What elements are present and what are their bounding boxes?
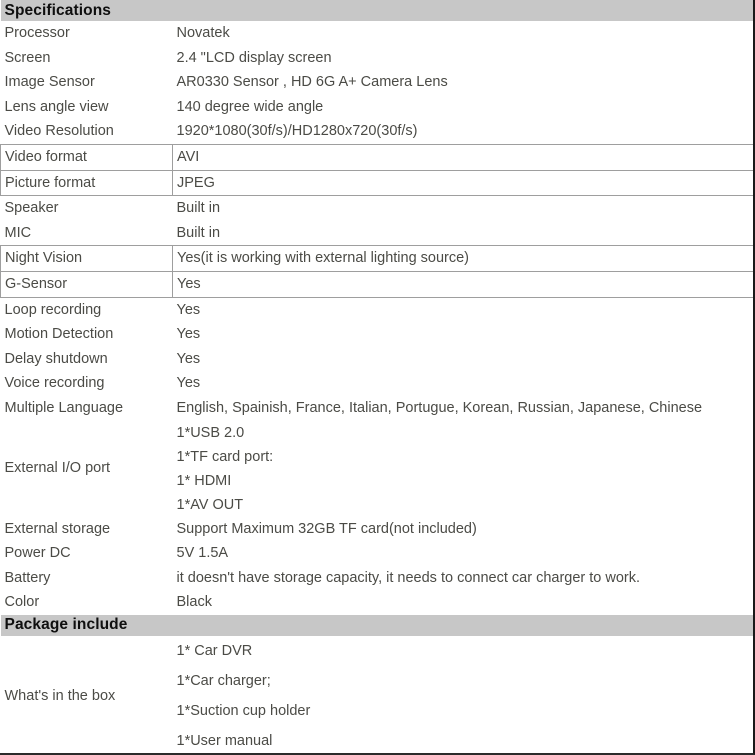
spec-row: Power DC 5V 1.5A [1,541,754,566]
spec-row: Video format AVI [0,143,753,171]
spec-label: MIC [4,224,32,241]
spec-label: Motion Detection [4,326,114,343]
spec-value: AVI [172,143,753,171]
spec-value-line: 1* HDMI [176,472,232,489]
spec-value-line: 1*TF card port: [176,448,274,465]
spec-row: G-Sensor Yes [0,270,753,298]
spec-value: Novatek [176,25,230,42]
spec-row: External I/O port 1*USB 2.0 1*TF card port… [1,421,754,517]
spec-label: External storage [4,520,111,537]
section-heading-package-include: Package include [0,614,753,636]
spec-row: Voice recording Yes [1,371,754,396]
spec-row: What's in the box 1* Car DVR 1*Car charger… [1,636,754,753]
spec-value: it doesn't have storage capacity, it nee… [176,569,641,586]
spec-row: Picture format JPEG [0,169,753,197]
spec-label: Processor [4,25,70,42]
spec-label: Picture format [0,169,173,197]
spec-value: Yes [176,326,201,343]
spec-value-line: 1*Car charger; [176,672,271,689]
spec-row: Loop recording Yes [1,297,754,322]
spec-value: Yes [176,375,201,392]
specifications-sheet: Specifications Processor Novatek Screen 2.4 … [0,0,755,755]
spec-value: 140 degree wide angle [176,98,324,115]
spec-row: Image Sensor AR0330 Sensor , HD 6G A+ Cam… [1,70,754,95]
spec-label: Delay shutdown [4,350,108,367]
spec-label: Video format [0,143,173,171]
spec-label: Image Sensor [4,74,95,91]
spec-value: 1* Car DVR 1*Car charger; 1*Suction cup ho… [173,636,754,753]
spec-value: 2.4 "LCD display screen [176,49,332,66]
spec-label: Speaker [4,200,59,217]
spec-label: Video Resolution [4,123,114,140]
spec-value: English, Spainish, France, Italian, Port… [176,399,703,416]
spec-value: JPEG [172,169,753,197]
spec-label: Lens angle view [4,98,109,115]
section-header-row: Specifications [0,0,753,21]
spec-row: Multiple Language English, Spainish, Fran… [1,396,754,421]
spec-value: Yes(it is working with external lighting… [172,245,753,272]
spec-label: Multiple Language [4,399,124,416]
spec-value: Yes [176,350,201,367]
spec-row: MIC Built in [1,221,754,246]
spec-value: 1*USB 2.0 1*TF card port: 1* HDMI 1*AV OUT [173,421,754,517]
spec-row: Speaker Built in [1,196,754,221]
spec-value: Support Maximum 32GB TF card(not include… [176,520,477,537]
spec-value: Built in [176,224,221,241]
spec-label: Power DC [4,545,71,562]
section-heading-specifications: Specifications [0,0,753,21]
spec-label: Voice recording [4,375,105,392]
spec-value: Yes [176,301,201,318]
spec-value-line: 1* Car DVR [176,642,253,659]
section-header-row: Package include [0,614,753,636]
spec-value-line: 1*AV OUT [176,496,244,513]
spec-row: Color Black [1,590,754,615]
spec-row: Battery it doesn't have storage capacity,… [1,566,754,591]
spec-label: Loop recording [4,301,102,318]
spec-value: Yes [172,270,753,298]
spec-label: G-Sensor [0,270,173,298]
spec-value: 5V 1.5A [176,545,229,562]
spec-value: AR0330 Sensor , HD 6G A+ Camera Lens [176,74,448,91]
spec-row: Motion Detection Yes [1,322,754,347]
spec-row: Delay shutdown Yes [1,347,754,372]
spec-label: What's in the box [4,687,116,704]
spec-label: Color [4,594,40,611]
spec-value-line: 1*User manual [176,732,273,749]
spec-row: Lens angle view 140 degree wide angle [1,95,754,120]
spec-row: Screen 2.4 "LCD display screen [1,46,754,71]
spec-label: Battery [4,569,51,586]
spec-value-line: 1*Suction cup holder [176,702,311,719]
spec-row: Night Vision Yes(it is working with exter… [0,245,753,272]
spec-value: 1920*1080(30f/s)/HD1280x720(30f/s) [176,123,418,140]
specifications-table: Specifications Processor Novatek Screen 2.4 … [0,0,754,753]
spec-row: Video Resolution 1920*1080(30f/s)/HD1280x… [1,119,754,144]
spec-label: External I/O port [4,460,111,477]
spec-value-line: 1*USB 2.0 [176,424,245,441]
spec-value: Black [176,594,212,611]
spec-row: External storage Support Maximum 32GB TF … [1,517,754,542]
spec-value: Built in [176,200,221,217]
spec-label: Screen [4,49,51,66]
spec-row: Processor Novatek [1,21,754,46]
spec-label: Night Vision [0,245,173,272]
